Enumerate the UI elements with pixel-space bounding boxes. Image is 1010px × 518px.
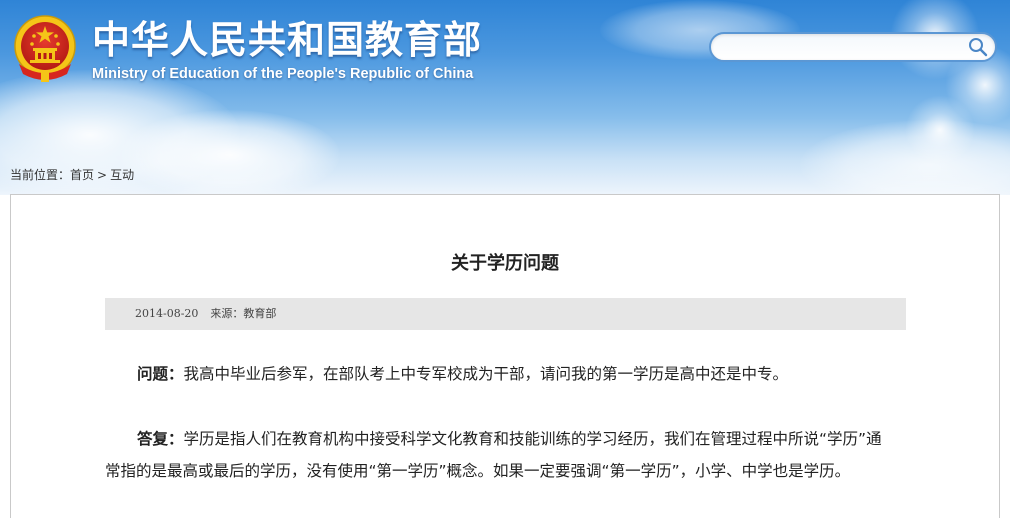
question-text: 我高中毕业后参军，在部队考上中专军校成为干部，请问我的第一学历是高中还是中专。 bbox=[183, 365, 789, 383]
site-title: 中华人民共和国教育部 bbox=[92, 18, 483, 62]
national-emblem-icon bbox=[14, 15, 76, 82]
site-subtitle: Ministry of Education of the People's Re… bbox=[92, 66, 474, 82]
search-icon[interactable] bbox=[967, 36, 989, 58]
answer-label: 答复： bbox=[137, 430, 184, 448]
site-header: 中华人民共和国教育部 Ministry of Education of the … bbox=[0, 0, 1010, 195]
dandelion-decoration bbox=[905, 95, 975, 165]
search-input[interactable] bbox=[723, 37, 967, 59]
breadcrumb-separator: > bbox=[97, 168, 108, 182]
breadcrumb: 当前位置：首页 > 互动 bbox=[10, 166, 134, 183]
question-label: 问题： bbox=[137, 365, 184, 383]
cloud-decoration bbox=[120, 110, 340, 195]
breadcrumb-home-link[interactable]: 首页 bbox=[70, 168, 94, 182]
article-meta-bar: 2014-08-20 来源：教育部 bbox=[105, 298, 906, 330]
article-date: 2014-08-20 bbox=[135, 307, 199, 320]
search-box bbox=[709, 32, 997, 62]
article-source: 来源：教育部 bbox=[210, 307, 277, 320]
question-paragraph: 问题：我高中毕业后参军，在部队考上中专军校成为干部，请问我的第一学历是高中还是中… bbox=[105, 358, 895, 390]
page: 中华人民共和国教育部 Ministry of Education of the … bbox=[0, 0, 1010, 518]
breadcrumb-prefix: 当前位置： bbox=[10, 168, 71, 182]
answer-paragraph: 答复：学历是指人们在教育机构中接受科学文化教育和技能训练的学习经历，我们在管理过… bbox=[105, 423, 895, 487]
answer-text: 学历是指人们在教育机构中接受科学文化教育和技能训练的学习经历，我们在管理过程中所… bbox=[105, 430, 882, 480]
article-title: 关于学历问题 bbox=[451, 253, 559, 274]
breadcrumb-current-link[interactable]: 互动 bbox=[110, 168, 134, 182]
content-panel: 关于学历问题 2014-08-20 来源：教育部 问题：我高中毕业后参军，在部队考… bbox=[10, 194, 1000, 518]
